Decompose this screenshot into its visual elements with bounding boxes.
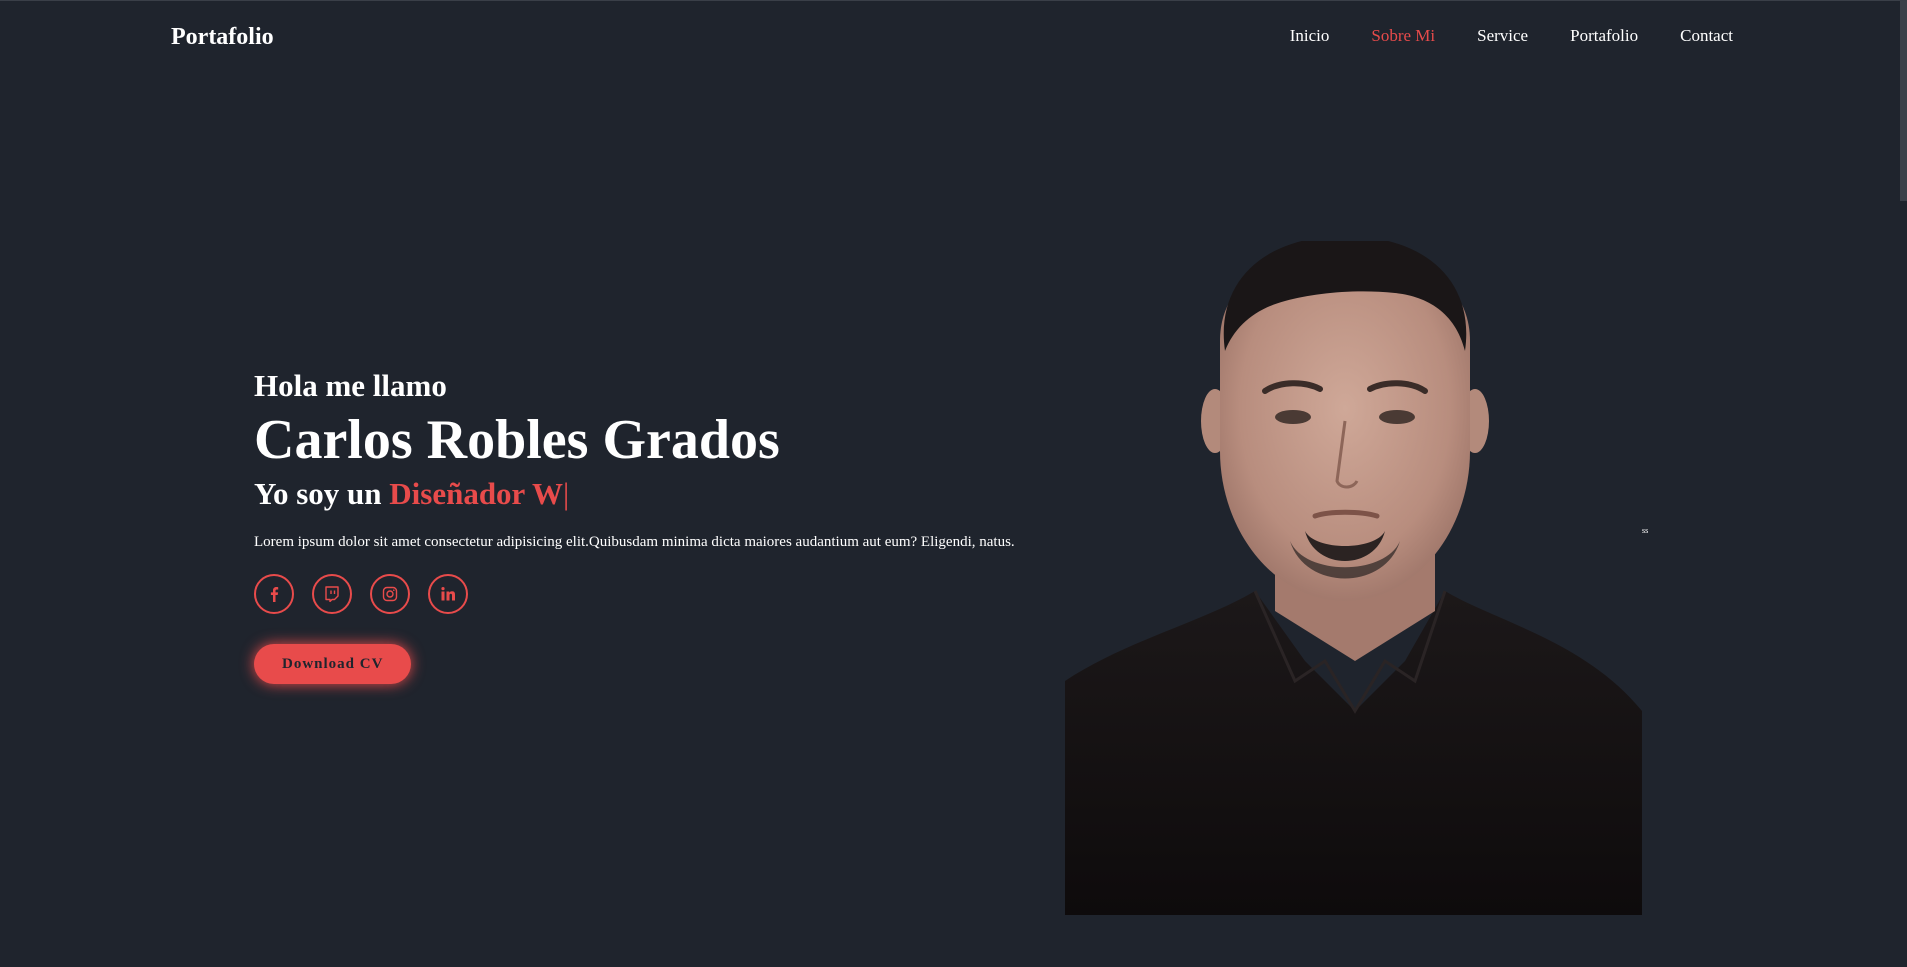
facebook-link[interactable] — [254, 574, 294, 614]
logo-link[interactable]: Portafolio — [171, 21, 274, 53]
nav-item-contact[interactable]: Contact — [1680, 25, 1733, 47]
profile-photo — [1065, 241, 1642, 915]
site-header: Portafolio Inicio Sobre Mi Service Porta… — [0, 1, 1907, 73]
nav-item-service[interactable]: Service — [1477, 25, 1528, 47]
facebook-icon — [270, 587, 279, 602]
linkedin-link[interactable] — [428, 574, 468, 614]
role-typed-text: Diseñador W — [389, 476, 563, 511]
home-content: Hola me llamo Carlos Robles Grados Yo so… — [254, 366, 1074, 684]
nav-item-inicio[interactable]: Inicio — [1290, 25, 1330, 47]
instagram-link[interactable] — [370, 574, 410, 614]
linkedin-icon — [441, 587, 455, 601]
typing-cursor: | — [562, 476, 570, 511]
instagram-icon — [382, 586, 398, 602]
home-page: Portafolio Inicio Sobre Mi Service Porta… — [0, 0, 1907, 967]
nav-item-sobre-mi[interactable]: Sobre Mi — [1371, 25, 1435, 47]
nav-item-portafolio[interactable]: Portafolio — [1570, 25, 1638, 47]
download-cv-button[interactable]: Download CV — [254, 644, 412, 684]
name-heading: Carlos Robles Grados — [254, 409, 780, 471]
social-links — [254, 574, 1074, 614]
twitch-link[interactable] — [312, 574, 352, 614]
main-nav: Inicio Sobre Mi Service Portafolio Conta… — [1290, 25, 1733, 47]
role-prefix: Yo soy un — [254, 476, 382, 511]
role-heading: Yo soy un Diseñador W| — [254, 472, 1074, 516]
page-scrollbar[interactable] — [1900, 1, 1907, 201]
profile-portrait-image — [1065, 241, 1642, 915]
greeting-heading: Hola me llamo — [254, 368, 447, 403]
twitch-icon — [325, 586, 339, 602]
side-small-text: ss — [1642, 526, 1649, 535]
intro-description: Lorem ipsum dolor sit amet consectetur a… — [254, 534, 1015, 550]
